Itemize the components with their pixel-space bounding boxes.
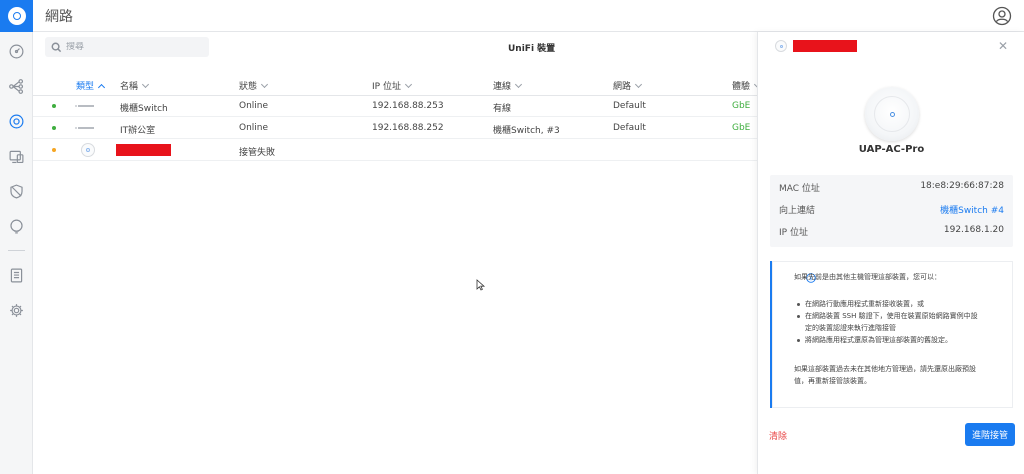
property-row-uplink: 向上連結 機櫃Switch #4 [779,199,1004,219]
table-header: 類型 名稱 狀態 IP 位址 連線 網路 體驗 [33,76,762,96]
access-point-icon [775,40,787,52]
device-uplink: 機櫃Switch, #3 [493,126,560,136]
table-row[interactable]: IT辦公室 Online 192.168.88.252 機櫃Switch, #3… [33,117,757,139]
column-header-experience[interactable]: 體驗 [732,79,762,92]
device-model: UAP-AC-Pro [858,144,925,155]
advanced-adopt-button[interactable]: 進階接管 [965,423,1015,446]
topology-icon [9,78,24,94]
page-title: 網路 [45,9,73,25]
clear-button[interactable]: 清除 [769,429,787,442]
notice-intro: 如果先前是由其他主機管理這部裝置，您可以： [794,273,941,281]
top-bar: 網路 [33,0,1024,32]
app-window: 網路 UniFi 裝置 類型 名稱 狀態 IP 位址 連線 網路 體驗 機櫃Sw… [0,0,1024,474]
document-icon [10,268,23,282]
switch-icon [75,127,94,129]
column-header-ip[interactable]: IP 位址 [372,79,412,92]
device-image [865,87,919,141]
device-name: 機櫃Switch [120,104,168,114]
shield-icon [10,183,23,198]
device-network: Default [613,123,646,133]
device-experience: GbE [732,101,751,111]
table-row[interactable]: 接管失敗 [33,139,757,161]
sidebar-item-logs[interactable] [0,262,33,288]
status-dot [52,104,56,108]
sidebar-item-dashboard[interactable] [0,38,33,64]
column-header-name[interactable]: 名稱 [120,79,150,92]
sidebar-item-topology[interactable] [0,73,33,99]
device-detail-panel: ✕ UAP-AC-Pro MAC 位址 18:e8:29:66:87:28 向上… [757,32,1024,474]
sidebar-item-clients[interactable] [0,143,33,169]
status-dot [52,126,56,130]
status-dot [52,148,56,152]
device-state: 接管失敗 [239,148,276,158]
devices-icon [9,114,24,128]
search-box[interactable] [45,37,209,57]
sort-ascending-icon [97,83,106,91]
user-avatar-icon[interactable] [992,6,1012,26]
sidebar-item-devices[interactable] [0,108,33,134]
uplink-link[interactable]: 機櫃Switch #4 [940,203,1004,216]
adoption-notice: 如果先前是由其他主機管理這部裝置，您可以： 在網路行動應用程式重新接收裝置，或 … [770,261,1013,408]
notice-bullet: 在網路行動應用程式重新接收裝置，或 [805,300,924,308]
mouse-cursor-icon [476,279,486,291]
sidebar [0,0,33,474]
chevron-down-icon [514,80,523,88]
device-properties: MAC 位址 18:e8:29:66:87:28 向上連結 機櫃Switch #… [770,175,1013,247]
device-uplink: 有線 [493,104,512,114]
chevron-down-icon [404,80,412,88]
close-icon: ✕ [997,39,1009,53]
redacted-device-name [116,144,171,156]
notice-footer: 如果這部裝置過去未在其他地方管理過，請先還原出廠預設 [794,365,976,373]
switch-icon [75,105,94,107]
property-row-ip: IP 位址 192.168.1.20 [779,225,1004,238]
device-experience: GbE [732,123,751,133]
gear-icon [10,303,23,317]
device-name: IT辦公室 [120,126,156,136]
device-list: UniFi 裝置 類型 名稱 狀態 IP 位址 連線 網路 體驗 機櫃Switc… [33,32,762,474]
close-button[interactable]: ✕ [997,40,1009,52]
unifi-logo[interactable] [0,0,33,32]
access-point-icon [81,143,95,157]
bullet [797,303,800,306]
notice-bullet-continued: 定的裝置認證來執行進階接管 [805,324,896,332]
search-input[interactable] [66,42,206,52]
property-row-mac: MAC 位址 18:e8:29:66:87:28 [779,181,1004,194]
chevron-down-icon [260,80,269,88]
device-ip: 192.168.88.253 [372,101,444,111]
search-icon [51,42,62,52]
column-header-network[interactable]: 網路 [613,79,643,92]
device-state: Online [239,101,269,111]
column-header-status[interactable]: 狀態 [239,79,269,92]
redacted-device-name [793,40,857,52]
device-state: Online [239,123,269,133]
sidebar-item-settings[interactable] [0,297,33,323]
table-row[interactable]: 機櫃Switch Online 192.168.88.253 有線 Defaul… [33,95,757,117]
lightbulb-icon [10,219,23,233]
chevron-down-icon [141,80,150,88]
device-ip: 192.168.88.252 [372,123,444,133]
notice-bullet: 將網路應用程式還原為管理這部裝置的舊設定。 [805,336,952,344]
bullet [797,315,800,318]
column-header-type[interactable]: 類型 [76,79,106,92]
chevron-down-icon [634,80,643,88]
bullet [797,339,800,342]
unifi-logo-icon [7,7,26,25]
sidebar-item-insights[interactable] [0,213,33,239]
dashboard-icon [9,44,24,58]
notice-bullet: 在網路裝置 SSH 驗證下，使用在裝置原始網路實例中設 [805,312,978,320]
list-title: UniFi 裝置 [508,44,556,54]
notice-footer: 值，再重新接管該裝置。 [794,377,871,385]
sidebar-divider [8,250,25,251]
clients-icon [9,150,24,163]
sidebar-item-security[interactable] [0,178,33,204]
device-network: Default [613,101,646,111]
column-header-uplink[interactable]: 連線 [493,79,523,92]
